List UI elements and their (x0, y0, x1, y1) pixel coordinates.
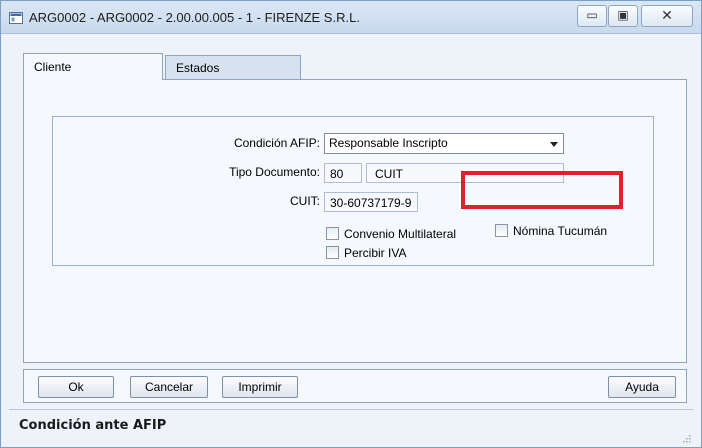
tab-cliente-label: Cliente (34, 60, 72, 74)
percibir-iva-label: Percibir IVA (344, 246, 407, 260)
checkbox-icon (326, 227, 339, 240)
checkbox-icon (495, 224, 508, 237)
ayuda-button[interactable]: Ayuda (608, 376, 676, 398)
close-icon: ✕ (661, 7, 673, 23)
minimize-icon: ▭ (586, 8, 598, 22)
convenio-multilateral-label: Convenio Multilateral (344, 227, 457, 241)
nomina-tucuman-label: Nómina Tucumán (513, 224, 608, 238)
client-area: Cliente Estados Condición AFIP: Responsa… (9, 41, 693, 447)
tab-panel-cliente: Condición AFIP: Responsable Inscripto Ti… (23, 79, 687, 363)
ok-button[interactable]: Ok (38, 376, 114, 398)
app-icon (9, 12, 23, 24)
percibir-iva-checkbox[interactable]: Percibir IVA (326, 246, 406, 260)
convenio-multilateral-checkbox[interactable]: Convenio Multilateral (326, 227, 456, 241)
condicion-afip-label: Condición AFIP: (233, 136, 320, 150)
window-title: ARG0002 - ARG0002 - 2.00.00.005 - 1 - FI… (29, 10, 360, 25)
maximize-button[interactable]: ▣ (608, 5, 638, 27)
nomina-tucuman-checkbox[interactable]: Nómina Tucumán (495, 224, 607, 238)
minimize-button[interactable]: ▭ (577, 5, 607, 27)
cancelar-button[interactable]: Cancelar (130, 376, 208, 398)
title-bar[interactable]: ARG0002 - ARG0002 - 2.00.00.005 - 1 - FI… (1, 1, 701, 34)
close-button[interactable]: ✕ (641, 5, 693, 27)
maximize-icon: ▣ (617, 8, 629, 22)
resize-grip-icon[interactable] (681, 432, 691, 443)
status-text: Condición ante AFIP (19, 418, 167, 433)
condicion-afip-value: Responsable Inscripto (329, 136, 448, 150)
cuit-field[interactable]: 30-60737179-9 (324, 192, 418, 212)
tab-estados-label: Estados (176, 61, 220, 75)
button-bar: Ok Cancelar Imprimir Ayuda (23, 369, 687, 403)
cuit-label: CUIT: (290, 194, 320, 208)
tipo-documento-label: Tipo Documento: (229, 165, 320, 179)
tab-estados[interactable]: Estados (165, 55, 301, 79)
checkbox-icon (326, 246, 339, 259)
condicion-afip-select[interactable]: Responsable Inscripto (324, 133, 564, 154)
chevron-down-icon (550, 142, 558, 147)
tipo-documento-code-field[interactable]: 80 (324, 163, 362, 183)
highlight-box (461, 171, 623, 209)
tab-cliente[interactable]: Cliente (23, 53, 163, 80)
status-bar: Condición ante AFIP (9, 409, 693, 444)
imprimir-button[interactable]: Imprimir (222, 376, 298, 398)
application-window: ARG0002 - ARG0002 - 2.00.00.005 - 1 - FI… (0, 0, 702, 448)
